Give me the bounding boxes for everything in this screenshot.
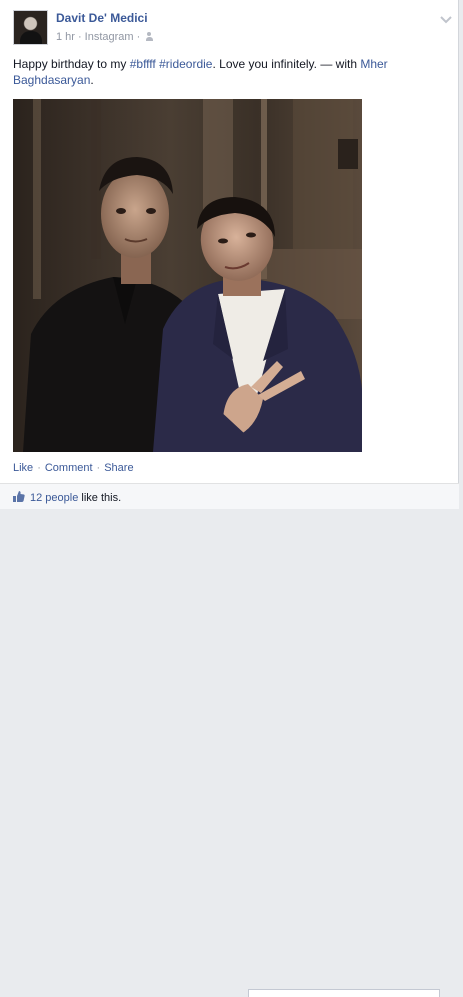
author-avatar[interactable] [13, 10, 48, 45]
comment-input[interactable] [248, 989, 440, 997]
likes-summary: 12 people like this. [0, 483, 459, 997]
likes-text: 12 people like this. [30, 492, 121, 504]
photo-illustration [13, 99, 362, 452]
post-actions: Like · Comment · Share [13, 462, 134, 474]
message-text: . Love you infinitely. — with [212, 57, 361, 71]
like-button[interactable]: Like [13, 462, 33, 474]
post-card: Davit De' Medici 1 hr · Instagram · Happy b… [0, 0, 459, 997]
action-separator: · [96, 462, 101, 474]
post-timestamp[interactable]: 1 hr [56, 31, 75, 43]
post-message: Happy birthday to my #bffff #rideordie. … [13, 56, 445, 88]
post-header: Davit De' Medici 1 hr · Instagram · [13, 10, 453, 50]
message-text: . [90, 73, 94, 87]
friends-icon[interactable] [146, 32, 156, 41]
meta-separator: · [136, 31, 141, 43]
hashtag-link[interactable]: #bffff [130, 57, 156, 71]
share-button[interactable]: Share [104, 462, 133, 474]
thumbs-up-icon [13, 491, 25, 502]
post-source[interactable]: Instagram [85, 31, 134, 43]
meta-separator: · [77, 31, 82, 43]
likes-count-link[interactable]: 12 people [30, 492, 78, 504]
hashtag-link[interactable]: #rideordie [159, 57, 212, 71]
likes-suffix: like this. [78, 492, 122, 504]
comment-button[interactable]: Comment [45, 462, 93, 474]
post-photo[interactable] [13, 99, 362, 452]
chevron-down-icon[interactable] [439, 14, 453, 26]
action-separator: · [37, 462, 41, 474]
post-meta: 1 hr · Instagram · [56, 31, 156, 43]
message-text: Happy birthday to my [13, 57, 130, 71]
author-name[interactable]: Davit De' Medici [56, 11, 148, 25]
